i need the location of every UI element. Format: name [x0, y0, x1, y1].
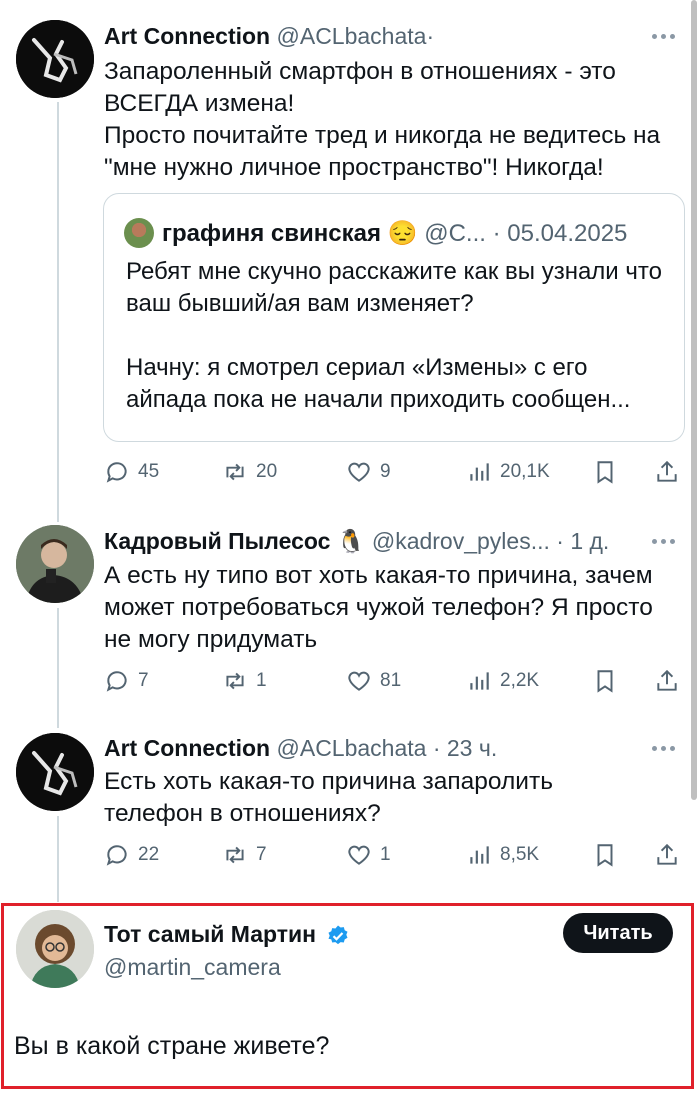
like-icon: [348, 671, 370, 691]
bookmark-icon: [597, 670, 613, 693]
bookmark-button[interactable]: [592, 840, 618, 870]
share-button[interactable]: [654, 457, 680, 487]
action-bar: 22 7 1 8,5K: [104, 840, 684, 870]
tweet-text: Есть хоть какая-то причина запаролить те…: [104, 768, 553, 827]
action-bar: 7 1 81 2,2K: [104, 666, 684, 696]
bookmark-icon: [597, 844, 613, 867]
like-button[interactable]: 9: [346, 457, 391, 487]
reply-icon: [106, 671, 127, 692]
like-button[interactable]: 1: [346, 840, 391, 870]
tweet-time[interactable]: · 1 д.: [556, 528, 609, 554]
views-button[interactable]: 20,1K: [466, 457, 550, 487]
reply-count: 7: [138, 670, 149, 691]
views-count: 20,1K: [500, 461, 550, 482]
retweet-icon: [226, 846, 244, 864]
retweet-button[interactable]: 20: [222, 457, 277, 487]
like-count: 81: [380, 670, 402, 691]
author-handle[interactable]: @ACLbachata: [277, 23, 427, 49]
retweet-count: 7: [256, 844, 267, 865]
views-button[interactable]: 8,5K: [466, 840, 539, 870]
avatar[interactable]: [16, 525, 94, 603]
tweet-header: Кадровый Пылесос 🐧 @kadrov_pyles... · 1 …: [104, 527, 609, 555]
thread-line: [57, 816, 59, 902]
thread-line: [57, 608, 59, 728]
reply-button[interactable]: 45: [104, 457, 159, 487]
more-icon[interactable]: [652, 30, 680, 42]
reply-icon: [106, 845, 127, 866]
author-name[interactable]: Art Connection: [104, 735, 270, 761]
tweet-time[interactable]: · 23 ч.: [433, 735, 497, 761]
avatar: [124, 218, 154, 248]
views-icon: [470, 846, 489, 864]
retweet-button[interactable]: 7: [222, 840, 267, 870]
tweet-text: Запароленный смартфон в отношениях - это…: [104, 58, 661, 181]
bookmark-button[interactable]: [592, 457, 618, 487]
views-icon: [470, 463, 489, 481]
highlight-frame: [1, 903, 694, 1089]
like-icon: [348, 845, 370, 865]
reply-button[interactable]: 7: [104, 666, 149, 696]
retweet-count: 20: [256, 461, 278, 482]
share-button[interactable]: [654, 666, 680, 696]
reply-button[interactable]: 22: [104, 840, 159, 870]
bookmark-icon: [597, 461, 613, 484]
views-count: 2,2K: [500, 670, 540, 691]
share-icon: [657, 843, 677, 865]
retweet-count: 1: [256, 670, 267, 691]
views-count: 8,5K: [500, 844, 540, 865]
emoji: 🐧: [336, 528, 366, 554]
like-button[interactable]: 81: [346, 666, 401, 696]
separator: ·: [426, 23, 435, 49]
avatar[interactable]: [16, 733, 94, 811]
views-button[interactable]: 2,2K: [466, 666, 539, 696]
like-count: 1: [380, 844, 391, 865]
author-name[interactable]: Кадровый Пылесос: [104, 528, 330, 554]
avatar[interactable]: [16, 20, 94, 98]
scrollbar[interactable]: [691, 0, 697, 800]
thread-line: [57, 102, 59, 522]
reply-count: 22: [138, 844, 160, 865]
reply-count: 45: [138, 461, 160, 482]
retweet-button[interactable]: 1: [222, 666, 267, 696]
author-handle: @С...: [424, 220, 486, 247]
tweet-header: Art Connection @ACLbachata · 23 ч.: [104, 734, 497, 762]
quoted-tweet[interactable]: графиня свинская 😔 @С... · 05.04.2025 Ре…: [103, 193, 685, 442]
like-count: 9: [380, 461, 391, 482]
bookmark-button[interactable]: [592, 666, 618, 696]
quote-text: Ребят мне скучно расскажите как вы узнал…: [126, 258, 662, 413]
author-handle[interactable]: @kadrov_pyles...: [372, 528, 550, 554]
author-name: графиня свинская: [162, 220, 381, 247]
action-bar: 45 20 9 20,1K: [104, 457, 684, 487]
tweet-header: Art Connection @ACLbachata·: [104, 22, 434, 50]
views-icon: [470, 672, 489, 690]
share-icon: [657, 669, 677, 691]
like-icon: [348, 462, 370, 482]
more-icon[interactable]: [652, 742, 680, 754]
more-icon[interactable]: [652, 535, 680, 547]
emoji: 😔: [387, 220, 418, 247]
retweet-icon: [226, 463, 244, 481]
author-handle[interactable]: @ACLbachata: [277, 735, 427, 761]
share-button[interactable]: [654, 840, 680, 870]
reply-icon: [106, 462, 127, 483]
retweet-icon: [226, 672, 244, 690]
share-icon: [657, 460, 677, 482]
tweet-text: А есть ну типо вот хоть какая-то причина…: [104, 562, 653, 653]
quote-date: · 05.04.2025: [492, 220, 628, 247]
author-name[interactable]: Art Connection: [104, 23, 270, 49]
quote-header: графиня свинская 😔 @С... · 05.04.2025: [162, 220, 627, 248]
